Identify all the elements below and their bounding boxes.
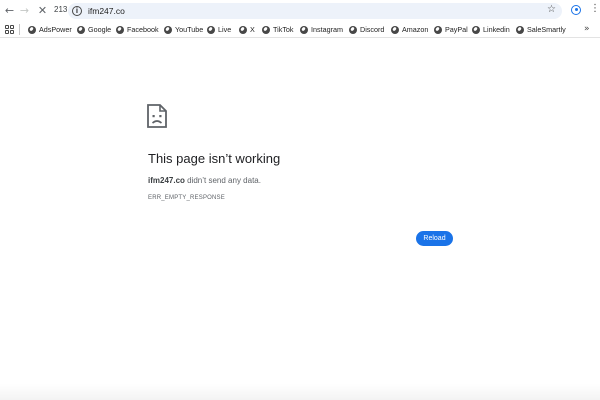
bookmark-tiktok[interactable]: TikTok bbox=[262, 24, 294, 35]
bookmark-paypal[interactable]: PayPal bbox=[434, 24, 468, 35]
bookmark-label: AdsPower bbox=[39, 25, 72, 34]
bookmark-google[interactable]: Google bbox=[77, 24, 111, 35]
apps-grid-icon[interactable] bbox=[5, 25, 14, 34]
bookmark-linkedin[interactable]: Linkedin bbox=[472, 24, 510, 35]
profile-icon[interactable] bbox=[571, 5, 581, 15]
window-bottom-edge bbox=[0, 384, 600, 400]
star-icon[interactable]: ☆ bbox=[547, 4, 556, 15]
globe-icon bbox=[164, 25, 172, 34]
menu-icon[interactable]: ⋮ bbox=[590, 3, 600, 14]
globe-icon bbox=[434, 25, 442, 34]
error-title: This page isn’t working bbox=[148, 151, 281, 166]
bookmark-label: X bbox=[250, 25, 255, 34]
globe-icon bbox=[391, 25, 399, 34]
bookmark-facebook[interactable]: Facebook bbox=[116, 24, 159, 35]
error-code: ERR_EMPTY_RESPONSE bbox=[148, 195, 225, 201]
globe-icon bbox=[472, 25, 480, 34]
globe-icon bbox=[516, 25, 524, 34]
globe-icon bbox=[239, 25, 247, 34]
bookmark-salesmartly[interactable]: SaleSmartly bbox=[516, 24, 566, 35]
globe-icon bbox=[262, 25, 270, 34]
bookmark-label: Linkedin bbox=[483, 25, 510, 34]
bookmark-label: PayPal bbox=[445, 25, 468, 34]
forward-icon[interactable]: → bbox=[17, 3, 32, 18]
bookmark-youtube[interactable]: YouTube bbox=[164, 24, 203, 35]
sad-page-icon bbox=[147, 104, 167, 128]
stop-icon[interactable]: ✕ bbox=[35, 3, 50, 18]
error-message: ifm247.co didn’t send any data. bbox=[148, 176, 261, 185]
address-bar[interactable]: i ifm247.co ☆ bbox=[68, 3, 562, 19]
bookmark-x[interactable]: X bbox=[239, 24, 255, 35]
error-message-text: didn’t send any data. bbox=[184, 176, 261, 185]
globe-icon bbox=[28, 25, 36, 34]
site-info-icon[interactable]: i bbox=[72, 6, 82, 16]
globe-icon bbox=[349, 25, 357, 34]
bookmark-discord[interactable]: Discord bbox=[349, 24, 384, 35]
globe-icon bbox=[77, 25, 85, 34]
bookmark-live[interactable]: Live bbox=[207, 24, 231, 35]
error-host: ifm247.co bbox=[148, 176, 185, 185]
back-icon[interactable]: ← bbox=[2, 3, 17, 18]
reload-button[interactable]: Reload bbox=[416, 231, 453, 246]
browser-toolbar: ← → ✕ 213 i ifm247.co ☆ ⋮ bbox=[0, 0, 600, 21]
bookmark-label: SaleSmartly bbox=[527, 25, 566, 34]
bookmark-amazon[interactable]: Amazon bbox=[391, 24, 428, 35]
globe-icon bbox=[300, 25, 308, 34]
bookmark-label: TikTok bbox=[273, 25, 294, 34]
bookmark-label: Google bbox=[88, 25, 112, 34]
bookmark-label: Discord bbox=[360, 25, 385, 34]
bookmark-label: Instagram bbox=[311, 25, 343, 34]
tab-count: 213 bbox=[54, 5, 68, 14]
more-bookmarks-icon[interactable]: » bbox=[584, 24, 590, 34]
bookmark-label: Amazon bbox=[402, 25, 429, 34]
globe-icon bbox=[207, 25, 215, 34]
bookmark-label: Facebook bbox=[127, 25, 159, 34]
bookmarks-bar: AdsPower Google Facebook YouTube Live X … bbox=[0, 21, 600, 38]
bookmark-label: Live bbox=[218, 25, 232, 34]
globe-icon bbox=[116, 25, 124, 34]
bookmark-label: YouTube bbox=[175, 25, 204, 34]
bookmarks-divider bbox=[19, 24, 20, 35]
bookmark-instagram[interactable]: Instagram bbox=[300, 24, 343, 35]
bookmark-adspower[interactable]: AdsPower bbox=[28, 24, 72, 35]
url-text[interactable]: ifm247.co bbox=[88, 6, 125, 16]
